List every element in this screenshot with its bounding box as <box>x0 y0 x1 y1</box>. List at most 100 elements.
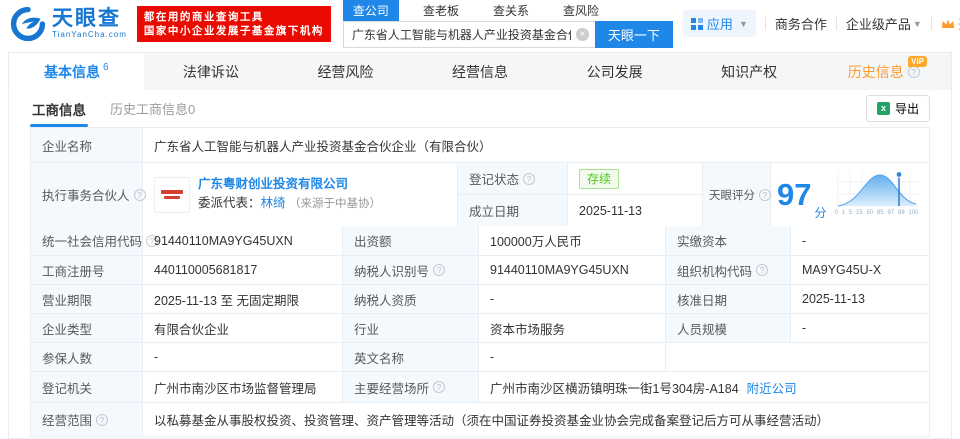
tianyancha-eye-icon <box>10 6 46 41</box>
score-chart-ticks: 01 5 15 50 85 97 99 100 <box>834 210 919 216</box>
score-unit: 分 <box>814 206 827 220</box>
tab-intellectual-property[interactable]: 知识产权 <box>682 53 817 90</box>
brand-name: 天眼查 <box>52 7 121 30</box>
company-section-tabs: 基本信息 6 法律诉讼 经营风险 经营信息 公司发展 知识产权 历史信息 VIP … <box>8 52 952 90</box>
registry-value: 广州市南沙区市场监督管理局 <box>143 372 343 402</box>
company-name: 广东省人工智能与机器人产业投资基金合伙企业（有限合伙） <box>154 139 492 154</box>
field-label: 组织机构代码? <box>666 256 791 284</box>
clear-search-icon[interactable]: × <box>575 27 589 41</box>
field-label: 人员规模 <box>666 314 791 342</box>
tianyan-score-cell[interactable]: 97 分 0 1 5 15 50 85 97 99 100 <box>771 163 929 226</box>
search-block: 查公司 查老板 查关系 查风险 × 天眼一下 <box>342 0 673 48</box>
field-label: 核准日期 <box>666 285 791 313</box>
field-label: 英文名称 <box>343 343 479 371</box>
tab-basic-info[interactable]: 基本信息 6 <box>9 53 144 90</box>
info-icon[interactable]: ? <box>523 172 536 185</box>
field-label: 天眼评分? <box>703 163 771 226</box>
field-label: 参保人数 <box>31 343 143 371</box>
info-icon[interactable]: ? <box>433 264 446 276</box>
field-label: 企业类型 <box>31 314 143 342</box>
apps-grid-icon <box>690 17 703 30</box>
business-info-card: 工商信息 历史工商信息0 x 导出 企业名称 广东省人工智能与机器人产业投资基金… <box>8 90 952 439</box>
search-input[interactable] <box>342 20 595 48</box>
contribution-value: 100000万人民币 <box>479 226 666 255</box>
partner-company-link[interactable]: 广东粤财创业投资有限公司 <box>198 175 381 194</box>
apps-menu[interactable]: 应用 ▼ <box>682 10 756 37</box>
export-button[interactable]: x 导出 <box>865 95 930 122</box>
taxpayer-id-value: 91440110MA9YG45UXN <box>479 256 666 284</box>
search-tab-relation[interactable]: 查关系 <box>483 0 539 21</box>
business-scope-value: 以私募基金从事股权投资、投资管理、资产管理等活动（须在中国证券投资基金业协会完成… <box>154 414 830 428</box>
business-term-value: 2025-11-13 至 无固定期限 <box>143 285 343 313</box>
field-label: 统一社会信用代码? <box>31 226 159 255</box>
search-tab-boss[interactable]: 查老板 <box>413 0 469 21</box>
field-label: 成立日期 <box>458 195 568 226</box>
field-label: 纳税人识别号? <box>343 256 479 284</box>
industry-value: 资本市场服务 <box>479 314 666 342</box>
rep-label: 委派代表： <box>198 196 261 210</box>
nearby-companies-link[interactable]: 附近公司 <box>747 378 797 397</box>
company-type-value: 有限合伙企业 <box>143 314 343 342</box>
search-tabs: 查公司 查老板 查关系 查风险 <box>342 0 673 21</box>
field-label: 实缴资本 <box>666 226 791 255</box>
tab-operation-risk[interactable]: 经营风险 <box>278 53 413 90</box>
paid-capital-value: - <box>802 233 807 248</box>
field-label: 纳税人资质 <box>343 285 479 313</box>
info-icon[interactable]: ? <box>433 381 446 393</box>
field-label: 出资额 <box>343 226 479 255</box>
crown-icon <box>941 18 954 28</box>
reg-number-value: 440110005681817 <box>143 256 343 284</box>
chevron-down-icon: ▼ <box>738 18 748 29</box>
brand-slogan-banner: 都在用的商业查询工具 国家中小企业发展子基金旗下机构 <box>136 5 331 42</box>
nav-open-vip[interactable]: 开通会员▼ <box>941 14 960 33</box>
executive-partner-cell: 广东粤财创业投资有限公司 委派代表：林绮 （来源于中基协） <box>143 163 458 226</box>
search-button[interactable]: 天眼一下 <box>594 20 673 48</box>
partner-logo <box>154 176 190 213</box>
search-tab-risk[interactable]: 查风险 <box>553 0 609 21</box>
taxpayer-quality-value: - <box>479 285 666 313</box>
field-label: 企业名称 <box>31 128 143 162</box>
field-label: 行业 <box>343 314 479 342</box>
nav-enterprise-products[interactable]: 企业级产品 ▼ <box>846 14 922 33</box>
subtab-row: 工商信息 历史工商信息0 x 导出 <box>30 90 930 127</box>
field-label: 登记机关 <box>31 372 143 402</box>
staff-size-value: - <box>802 321 807 335</box>
subtab-registration-info[interactable]: 工商信息 <box>30 90 88 128</box>
field-label: 工商注册号 <box>31 256 143 284</box>
tab-count: 6 <box>103 62 109 73</box>
top-right-nav: 应用▼ 商务合作 企业级产品▼ 开通会员▼ 超级风...▼ <box>682 10 960 37</box>
credit-code-value: 91440110MA9YG45UXN <box>143 226 343 255</box>
subtab-history-registration-info[interactable]: 历史工商信息0 <box>110 99 195 118</box>
registration-table: 企业名称 广东省人工智能与机器人产业投资基金合伙企业（有限合伙） 执行事务合伙人… <box>30 127 930 437</box>
field-label: 经营范围? <box>31 403 143 436</box>
field-label: 营业期限 <box>31 285 143 313</box>
insured-count-value: - <box>143 343 343 371</box>
search-tab-company[interactable]: 查公司 <box>342 0 399 21</box>
nav-business-cooperation[interactable]: 商务合作 <box>775 14 827 33</box>
rep-source: （来源于中基协） <box>289 198 382 210</box>
info-icon[interactable]: ? <box>907 65 920 78</box>
info-icon[interactable]: ? <box>756 264 769 276</box>
tab-legal-litigation[interactable]: 法律诉讼 <box>144 53 279 90</box>
approval-date-value: 2025-11-13 <box>802 292 866 306</box>
excel-icon: x <box>876 102 890 115</box>
empty-cell <box>666 343 929 371</box>
score-value: 97 <box>777 177 812 212</box>
org-code-value: MA9YG45U-X <box>802 263 882 277</box>
brand-domain: TianYanCha.com <box>52 30 127 39</box>
score-distribution-chart: 01 5 15 50 85 97 99 100 <box>834 170 920 219</box>
info-icon[interactable]: ? <box>759 188 771 201</box>
field-label: 执行事务合伙人? <box>31 163 146 226</box>
field-label: 主要经营场所? <box>343 372 479 402</box>
representative-link[interactable]: 林绮 <box>261 196 286 210</box>
field-label: 登记状态? <box>458 163 568 194</box>
tab-operation-info[interactable]: 经营信息 <box>413 53 548 90</box>
tab-history-info[interactable]: 历史信息 VIP ? <box>816 53 951 90</box>
tianyancha-logo[interactable]: 天眼查 TianYanCha.com <box>10 6 127 42</box>
tab-company-development[interactable]: 公司发展 <box>547 53 682 90</box>
establish-date: 2025-11-13 <box>579 203 643 218</box>
top-bar: 天眼查 TianYanCha.com 都在用的商业查询工具 国家中小企业发展子基… <box>0 0 960 48</box>
business-site-value: 广州市南沙区横沥镇明珠一街1号304房-A184 <box>490 381 739 396</box>
info-icon[interactable]: ? <box>96 413 109 426</box>
chevron-down-icon: ▼ <box>912 18 922 29</box>
